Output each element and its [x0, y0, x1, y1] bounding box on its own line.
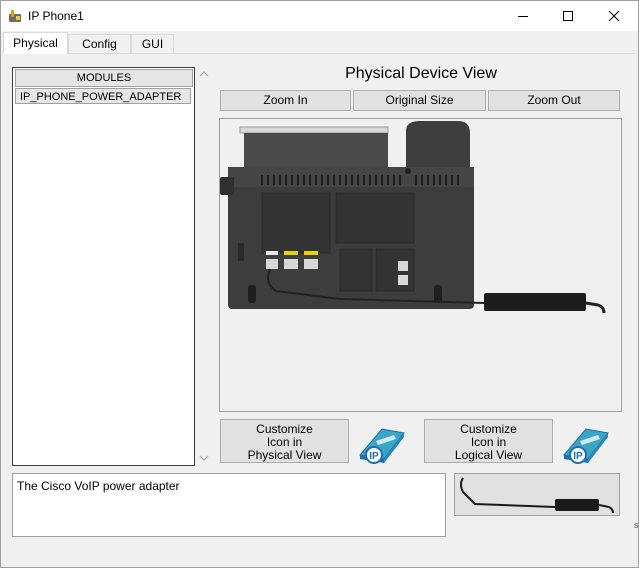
- tab-bar: Physical Config GUI: [1, 32, 638, 54]
- scroll-up-icon[interactable]: [199, 70, 209, 78]
- edge-artifact: s: [634, 520, 639, 530]
- original-size-button[interactable]: Original Size: [353, 90, 486, 111]
- zoom-in-button[interactable]: Zoom In: [220, 90, 351, 111]
- ip-icon-label-logical: IP: [573, 451, 583, 462]
- module-item-ip-phone-power-adapter[interactable]: IP_PHONE_POWER_ADAPTER: [15, 88, 191, 104]
- customize-logical-icon-button[interactable]: Customize Icon in Logical View: [424, 419, 553, 463]
- modules-header[interactable]: MODULES: [15, 69, 193, 87]
- tab-config[interactable]: Config: [68, 34, 131, 53]
- power-adapter-image: [460, 477, 614, 514]
- customize-physical-line3: Physical View: [247, 448, 322, 462]
- tab-physical[interactable]: Physical: [3, 32, 68, 54]
- device-image-viewer[interactable]: [219, 118, 622, 412]
- minimize-icon: [518, 16, 528, 17]
- physical-device-view-title: Physical Device View: [345, 65, 497, 82]
- ip-phone-app-icon: [9, 10, 21, 22]
- maximize-icon: [563, 11, 573, 21]
- modules-list[interactable]: MODULES IP_PHONE_POWER_ADAPTER: [12, 67, 195, 466]
- window-title: IP Phone1: [28, 9, 84, 23]
- ip-phone-physical-icon: IP: [359, 428, 405, 464]
- zoom-out-button[interactable]: Zoom Out: [488, 90, 620, 111]
- ip-icon-label-physical: IP: [369, 451, 379, 462]
- tab-gui[interactable]: GUI: [131, 34, 174, 53]
- maximize-button[interactable]: [545, 1, 591, 31]
- close-icon: [608, 10, 620, 22]
- device-window: IP Phone1 Physical Config GUI MODULES IP…: [0, 0, 639, 568]
- customize-logical-line3: Logical View: [454, 448, 523, 462]
- minimize-button[interactable]: [500, 1, 546, 31]
- module-description: The Cisco VoIP power adapter: [12, 473, 446, 537]
- title-bar[interactable]: IP Phone1: [1, 1, 638, 31]
- ip-phone-logical-icon: IP: [563, 428, 609, 464]
- close-button[interactable]: [591, 1, 637, 31]
- customize-physical-icon-button[interactable]: Customize Icon in Physical View: [220, 419, 349, 463]
- modules-scrollbar[interactable]: [196, 67, 212, 466]
- ip-phone-rear-image: [220, 121, 606, 314]
- module-thumbnail: [454, 473, 620, 516]
- scroll-down-icon[interactable]: [199, 454, 209, 462]
